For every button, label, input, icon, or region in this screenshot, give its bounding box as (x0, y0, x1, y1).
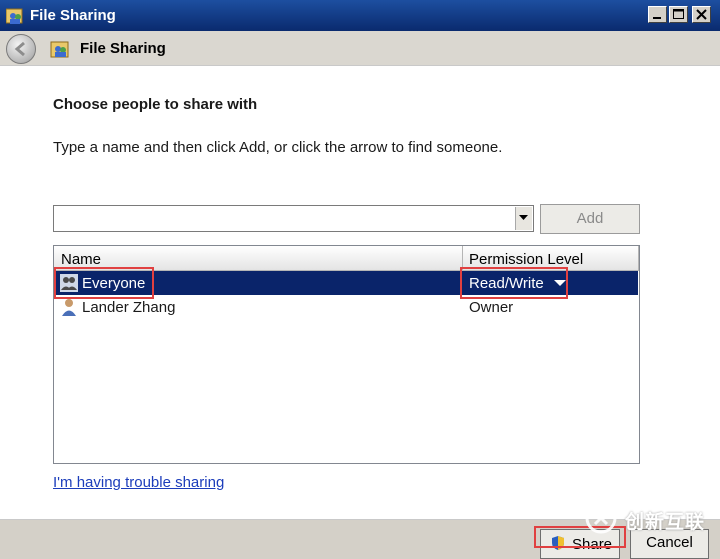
back-button[interactable] (6, 34, 36, 64)
close-icon (696, 9, 707, 20)
chevron-down-icon (519, 215, 528, 220)
navigation-bar: File Sharing (0, 31, 720, 65)
watermark-logo-icon (585, 502, 617, 534)
page-title: File Sharing (80, 40, 166, 57)
minimize-button[interactable] (648, 6, 667, 23)
maximize-icon (673, 9, 684, 19)
add-button[interactable]: Add (540, 204, 640, 234)
file-sharing-icon (6, 8, 23, 24)
watermark: 创新互联 (585, 500, 713, 536)
close-button[interactable] (692, 6, 711, 23)
person-name: Lander Zhang (82, 299, 176, 316)
name-combobox[interactable] (53, 205, 534, 232)
window-title: File Sharing (30, 7, 116, 24)
title-bar: File Sharing (0, 0, 720, 31)
back-arrow-icon (14, 41, 25, 57)
user-icon (62, 299, 76, 316)
column-header-permission[interactable]: Permission Level (469, 251, 583, 268)
annotation-box (460, 267, 568, 299)
instruction-text: Type a name and then click Add, or click… (53, 139, 503, 156)
content-panel: Choose people to share with Type a name … (0, 65, 720, 520)
section-heading: Choose people to share with (53, 96, 258, 113)
trouble-sharing-link[interactable]: I'm having trouble sharing (53, 474, 224, 491)
minimize-icon (653, 17, 661, 19)
file-sharing-icon (50, 41, 69, 58)
watermark-text: 创新互联 (625, 512, 706, 533)
annotation-box (54, 267, 154, 299)
column-divider (638, 246, 639, 270)
name-input[interactable] (56, 208, 515, 230)
permission-level: Owner (469, 299, 514, 316)
combobox-dropdown-button[interactable] (515, 207, 532, 230)
maximize-button[interactable] (669, 6, 688, 23)
column-header-name[interactable]: Name (61, 251, 101, 268)
